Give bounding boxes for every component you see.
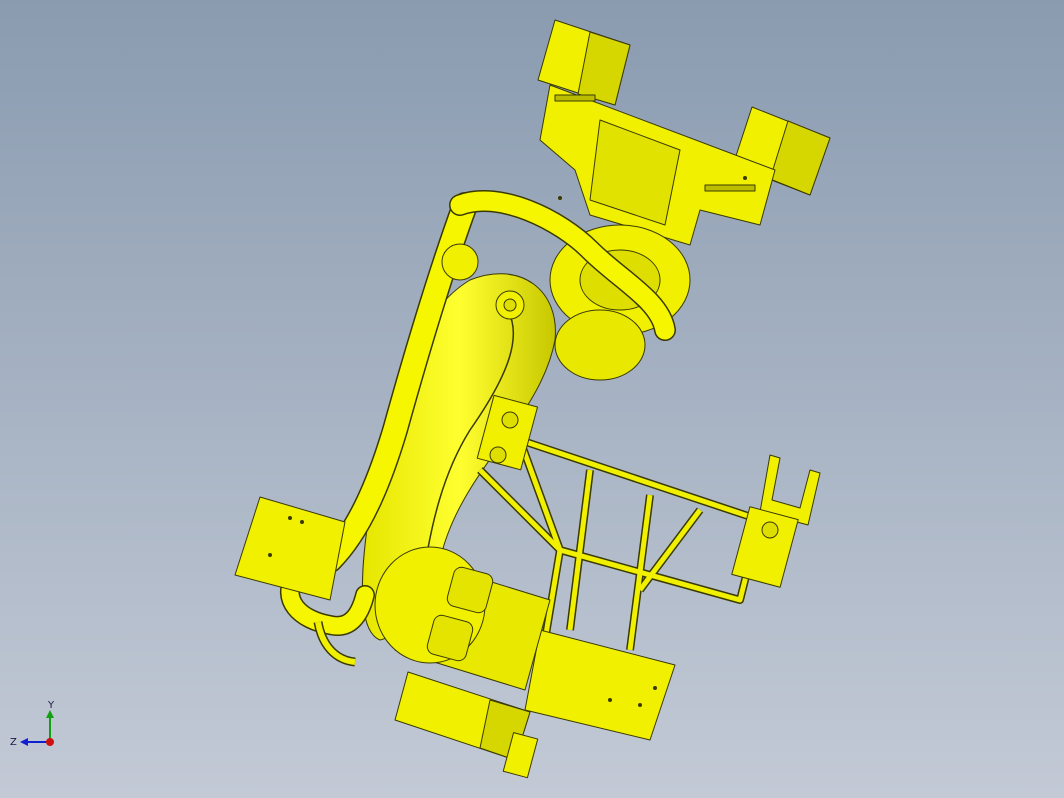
axis-triad: Y Z <box>10 700 55 748</box>
y-axis-label: Y <box>47 700 55 711</box>
robot-arm-model[interactable] <box>0 0 1064 798</box>
wrist-joint[interactable] <box>549 224 691 381</box>
y-axis-arrow <box>46 710 54 718</box>
right-bracket[interactable] <box>731 454 821 588</box>
z-axis-label: Z <box>10 737 17 748</box>
cad-viewport[interactable]: Y Z <box>0 0 1064 798</box>
x-axis-dot <box>46 738 54 746</box>
side-plate[interactable] <box>234 496 346 601</box>
z-axis-arrow <box>20 738 28 746</box>
wrist-frame[interactable] <box>539 84 776 246</box>
